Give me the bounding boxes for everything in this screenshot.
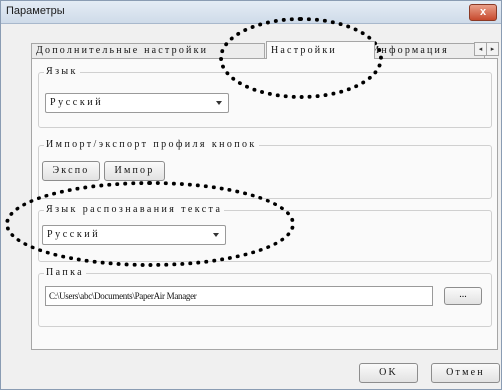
browse-folder-button[interactable]: ...: [444, 287, 482, 305]
cancel-button[interactable]: Отмен: [431, 363, 500, 383]
chevron-right-icon: ▸: [490, 45, 495, 53]
ocr-language-select[interactable]: Русский: [42, 225, 226, 245]
folder-group-label: Папка: [44, 267, 87, 279]
tab-advanced-settings[interactable]: Дополнительные настройки: [31, 43, 265, 58]
export-button[interactable]: Экспо: [42, 161, 100, 181]
title-bar[interactable]: Параметры x: [1, 1, 501, 24]
language-group: Язык Русский: [38, 66, 492, 128]
close-button[interactable]: x: [469, 4, 497, 21]
folder-path-value: C:\Users\abc\Documents\PaperAir Manager: [49, 291, 197, 301]
folder-group: Папка C:\Users\abc\Documents\PaperAir Ma…: [38, 267, 492, 327]
window-title: Параметры: [6, 5, 65, 17]
tab-strip: Дополнительные настройки Настройки Инфор…: [31, 41, 499, 59]
chevron-down-icon: [213, 233, 219, 237]
language-group-label: Язык: [44, 66, 80, 78]
import-button[interactable]: Импор: [104, 161, 165, 181]
settings-dialog: Параметры x Дополнительные настройки Нас…: [0, 0, 502, 390]
ok-button[interactable]: OK: [359, 363, 418, 383]
tab-settings[interactable]: Настройки: [266, 41, 375, 59]
folder-path-input[interactable]: C:\Users\abc\Documents\PaperAir Manager: [45, 286, 433, 306]
close-icon: x: [479, 6, 487, 18]
language-select[interactable]: Русский: [45, 93, 229, 113]
tab-scroll-right-button[interactable]: ▸: [486, 42, 499, 56]
ocr-language-select-value: Русский: [47, 229, 101, 240]
chevron-down-icon: [216, 101, 222, 105]
language-select-value: Русский: [50, 97, 104, 108]
ocr-language-group: Язык распознавания текста Русский: [38, 204, 492, 262]
tab-information[interactable]: Информация: [367, 43, 485, 58]
import-export-group: Импорт/экспорт профиля кнопок Экспо Импо…: [38, 139, 492, 199]
import-export-group-label: Импорт/экспорт профиля кнопок: [44, 139, 259, 151]
ocr-language-group-label: Язык распознавания текста: [44, 204, 225, 216]
settings-tab-panel: Язык Русский Импорт/экспорт профиля кноп…: [31, 58, 498, 350]
chevron-left-icon: ◂: [478, 45, 483, 53]
